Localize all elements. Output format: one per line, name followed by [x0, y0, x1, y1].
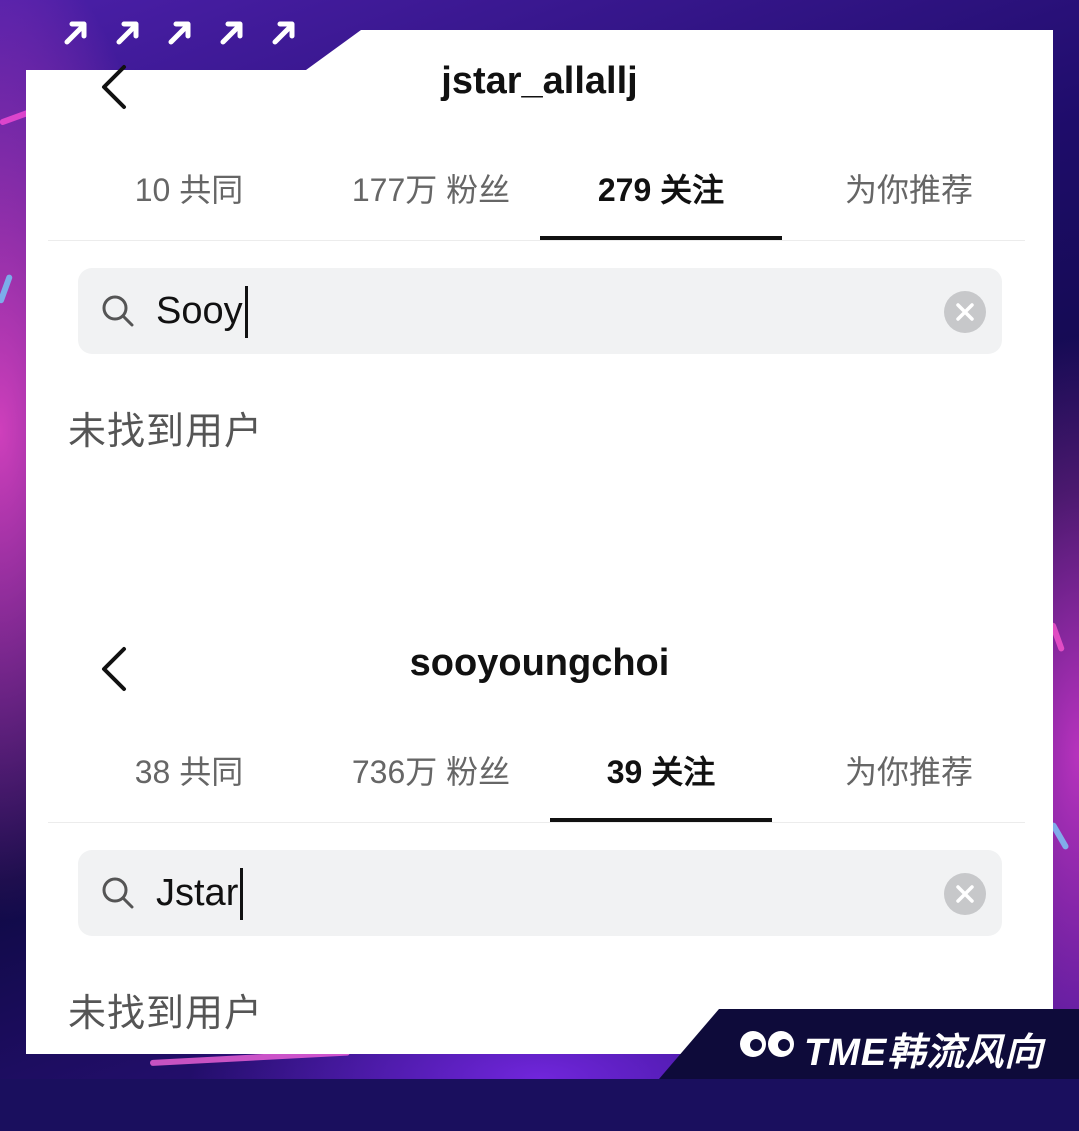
watermark-text: TME韩流风向标	[804, 1032, 1044, 1129]
no-results-text: 未找到用户	[68, 993, 264, 1035]
text-caret	[240, 868, 244, 920]
tab-suggested[interactable]: 为你推荐	[788, 742, 1030, 820]
tab-suggested[interactable]: 为你推荐	[788, 160, 1030, 238]
tab-mutual[interactable]: 38 共同	[68, 742, 310, 820]
arrow-up-right-icon	[116, 21, 139, 45]
search-input[interactable]	[156, 868, 856, 918]
profile-username: jstar_allallj	[441, 60, 638, 102]
tab-followers[interactable]: 736万 粉丝	[310, 742, 552, 820]
arrow-up-right-icon	[64, 21, 87, 45]
arrow-up-right-icon	[168, 21, 191, 45]
search-icon	[102, 295, 134, 327]
arrow-up-right-icon	[220, 21, 243, 45]
search-input[interactable]	[156, 286, 856, 336]
tab-mutual[interactable]: 10 共同	[68, 160, 310, 238]
tab-following[interactable]: 39 关注	[550, 742, 772, 822]
clear-icon[interactable]	[944, 291, 986, 333]
tab-bar: 10 共同 177万 粉丝 279 关注 为你推荐	[48, 160, 1025, 241]
no-results-text: 未找到用户	[68, 411, 264, 453]
arrow-up-right-icon	[272, 21, 295, 45]
search-icon	[102, 877, 134, 909]
eyes-logo-icon	[740, 1031, 794, 1057]
search-bar	[78, 268, 1002, 354]
text-caret	[244, 286, 248, 338]
clear-icon[interactable]	[944, 873, 986, 915]
watermark: TME韩流风向标	[659, 1009, 1079, 1079]
tab-bar: 38 共同 736万 粉丝 39 关注 为你推荐	[48, 742, 1025, 823]
tab-following[interactable]: 279 关注	[540, 160, 782, 240]
search-bar	[78, 850, 1002, 936]
decor-arrows	[62, 18, 298, 46]
profile-username: sooyoungchoi	[409, 642, 670, 684]
tab-followers[interactable]: 177万 粉丝	[310, 160, 552, 238]
